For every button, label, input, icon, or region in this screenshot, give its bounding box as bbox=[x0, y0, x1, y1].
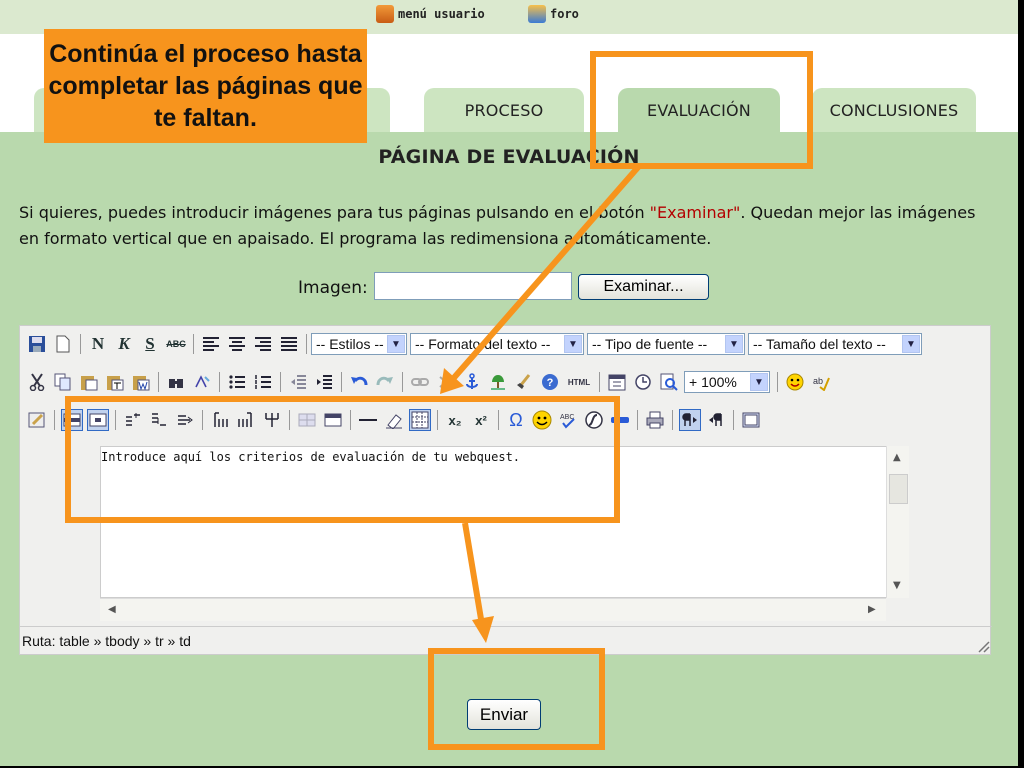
annotation-arrows bbox=[440, 163, 643, 643]
arrow-tab-to-editor bbox=[440, 163, 643, 394]
arrow-editor-to-submit bbox=[462, 522, 494, 643]
webquest-page: menú usuario foro PROCESO EVALUACIÓN CON… bbox=[0, 0, 1018, 766]
